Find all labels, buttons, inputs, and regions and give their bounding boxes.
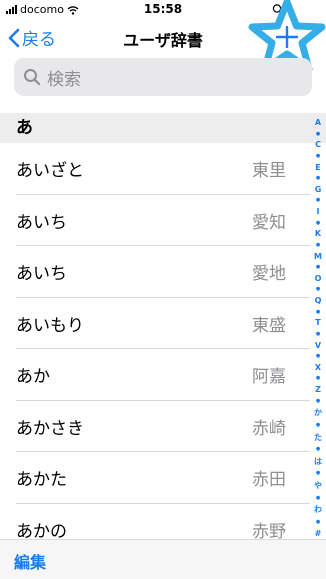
entry-reading: あかさき xyxy=(16,418,84,439)
index-letter[interactable]: Q xyxy=(315,296,322,305)
section-index[interactable]: A ● C ● E ● G ● I ● K ● M ● O ● Q ● T ● V ● X ● Z ● か ● た ● は ● や ● わ ● # xyxy=(312,118,324,538)
entry-reading: あいち xyxy=(16,212,67,233)
index-letter[interactable]: K xyxy=(315,229,321,238)
index-letter[interactable]: I xyxy=(317,207,320,216)
index-dot[interactable]: ● xyxy=(316,519,320,525)
index-dot[interactable]: ● xyxy=(316,309,320,315)
index-letter[interactable]: T xyxy=(315,318,320,327)
entry-word: 東里 xyxy=(252,161,286,181)
index-dot[interactable]: ● xyxy=(316,331,320,337)
bottom-toolbar: 編集 xyxy=(0,539,326,579)
index-dot[interactable]: ● xyxy=(316,353,320,359)
search-placeholder: 検索 xyxy=(47,69,81,90)
index-letter[interactable]: わ xyxy=(314,504,322,515)
index-letter[interactable]: A xyxy=(315,118,321,127)
index-letter[interactable]: O xyxy=(315,274,322,283)
entry-word: 愛知 xyxy=(252,212,286,233)
entry-reading: あいもり xyxy=(16,315,84,336)
entry-word: 赤崎 xyxy=(252,418,286,439)
entry-reading: あかの xyxy=(16,521,67,542)
index-dot[interactable]: ● xyxy=(316,470,320,476)
index-letter[interactable]: E xyxy=(315,163,320,172)
nav-bar: 戻る ユーザ辞書 xyxy=(0,0,326,73)
entry-word: 東盛 xyxy=(252,315,286,336)
index-letter[interactable]: は xyxy=(314,456,322,467)
entry-word: 阿嘉 xyxy=(252,367,286,387)
index-dot[interactable]: ● xyxy=(316,131,320,137)
list-item[interactable]: あかさき 赤崎 xyxy=(0,401,310,453)
index-dot[interactable]: ● xyxy=(316,495,320,501)
list-item[interactable]: あかた 赤田 xyxy=(0,452,310,504)
index-dot[interactable]: ● xyxy=(316,220,320,226)
edit-button[interactable]: 編集 xyxy=(14,549,46,573)
index-letter[interactable]: # xyxy=(315,529,322,538)
entry-word: 愛地 xyxy=(252,264,286,284)
list-item[interactable]: あか 阿嘉 xyxy=(0,349,310,401)
dictionary-list: あいざと 東里 あいち 愛知 あいち 愛地 あいもり 東盛 あか 阿嘉 あかさき… xyxy=(0,143,310,555)
index-letter[interactable]: G xyxy=(315,185,322,194)
index-dot[interactable]: ● xyxy=(316,175,320,181)
index-letter[interactable]: X xyxy=(315,363,321,372)
index-dot[interactable]: ● xyxy=(316,375,320,381)
entry-reading: あかた xyxy=(16,470,67,490)
index-letter[interactable]: か xyxy=(314,407,322,418)
index-letter[interactable]: た xyxy=(314,432,322,443)
section-header: あ xyxy=(0,113,326,143)
search-icon xyxy=(24,69,41,86)
list-item[interactable]: あいざと 東里 xyxy=(0,143,310,195)
index-letter[interactable]: M xyxy=(314,252,322,261)
index-letter[interactable]: Z xyxy=(315,385,321,394)
index-letter[interactable]: V xyxy=(315,341,321,350)
entry-word: 赤田 xyxy=(252,470,286,490)
search-input[interactable]: 検索 xyxy=(14,58,312,96)
index-dot[interactable]: ● xyxy=(316,446,320,452)
index-letter[interactable]: C xyxy=(315,140,321,149)
index-dot[interactable]: ● xyxy=(316,264,320,270)
plus-icon xyxy=(276,26,298,48)
index-dot[interactable]: ● xyxy=(316,422,320,428)
entry-reading: あいざと xyxy=(16,161,84,181)
list-item[interactable]: あいち 愛地 xyxy=(0,246,310,298)
entry-reading: あいち xyxy=(16,264,67,284)
index-letter[interactable]: や xyxy=(314,480,322,491)
index-dot[interactable]: ● xyxy=(316,242,320,248)
index-dot[interactable]: ● xyxy=(316,197,320,203)
index-dot[interactable]: ● xyxy=(316,398,320,404)
index-dot[interactable]: ● xyxy=(316,286,320,292)
entry-word: 赤野 xyxy=(252,521,286,542)
list-item[interactable]: あいち 愛知 xyxy=(0,195,310,247)
list-item[interactable]: あいもり 東盛 xyxy=(0,298,310,350)
entry-reading: あか xyxy=(16,367,50,387)
index-dot[interactable]: ● xyxy=(316,153,320,159)
